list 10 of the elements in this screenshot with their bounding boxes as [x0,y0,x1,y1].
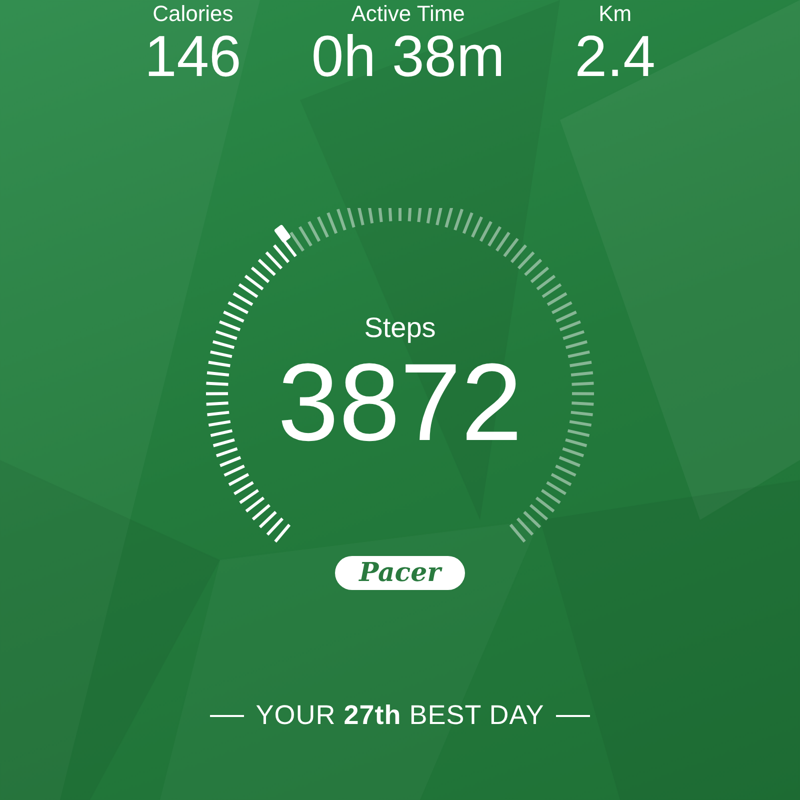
stat-value: 0h 38m [311,26,505,88]
stat-value: 2.4 [574,26,656,88]
pacer-logo: Pacer [335,556,465,590]
stat-label: Calories [152,2,234,26]
stat-label: Km [598,2,632,26]
best-day-text: YOUR 27th BEST DAY [256,700,544,731]
steps-label: Steps [364,312,436,344]
stat-value: 146 [144,26,242,88]
steps-count: 3872 [278,344,522,462]
stat-label: Active Time [351,2,465,26]
